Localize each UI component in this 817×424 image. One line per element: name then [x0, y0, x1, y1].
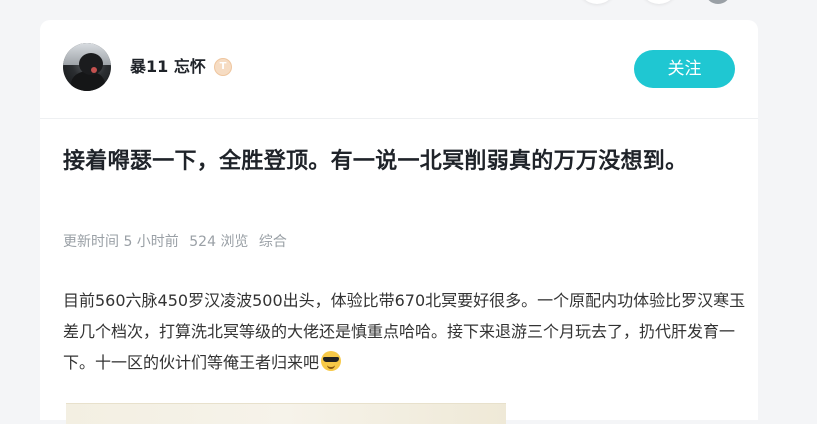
level-badge-icon: T — [214, 58, 232, 76]
post-category[interactable]: 综合 — [259, 234, 287, 250]
post-image[interactable] — [66, 403, 506, 424]
current-user-avatar[interactable] — [705, 0, 731, 4]
follow-button[interactable]: 关注 — [634, 50, 735, 88]
sunglasses-emoji-icon — [321, 351, 342, 371]
updated-time: 更新时间 5 小时前 — [63, 234, 179, 250]
post-meta: 更新时间 5 小时前 524 浏览 综合 — [63, 232, 293, 252]
author-name[interactable]: 暴11 忘怀 — [130, 56, 206, 78]
post-body-text: 目前560六脉450罗汉凌波500出头，体验比带670北冥要好很多。一个原配内功… — [63, 291, 746, 372]
post-header: 暴11 忘怀 T 关注 — [40, 20, 758, 119]
top-bar-button[interactable] — [640, 0, 678, 4]
post-card: 暴11 忘怀 T 关注 接着嘚瑟一下，全胜登顶。有一说一北冥削弱真的万万没想到。… — [40, 20, 758, 424]
author-avatar[interactable] — [63, 43, 111, 91]
top-bar-button[interactable] — [578, 0, 616, 4]
view-count: 524 浏览 — [189, 234, 249, 250]
post-body: 目前560六脉450罗汉凌波500出头，体验比带670北冥要好很多。一个原配内功… — [63, 285, 753, 378]
post-title: 接着嘚瑟一下，全胜登顶。有一说一北冥削弱真的万万没想到。 — [63, 149, 688, 174]
